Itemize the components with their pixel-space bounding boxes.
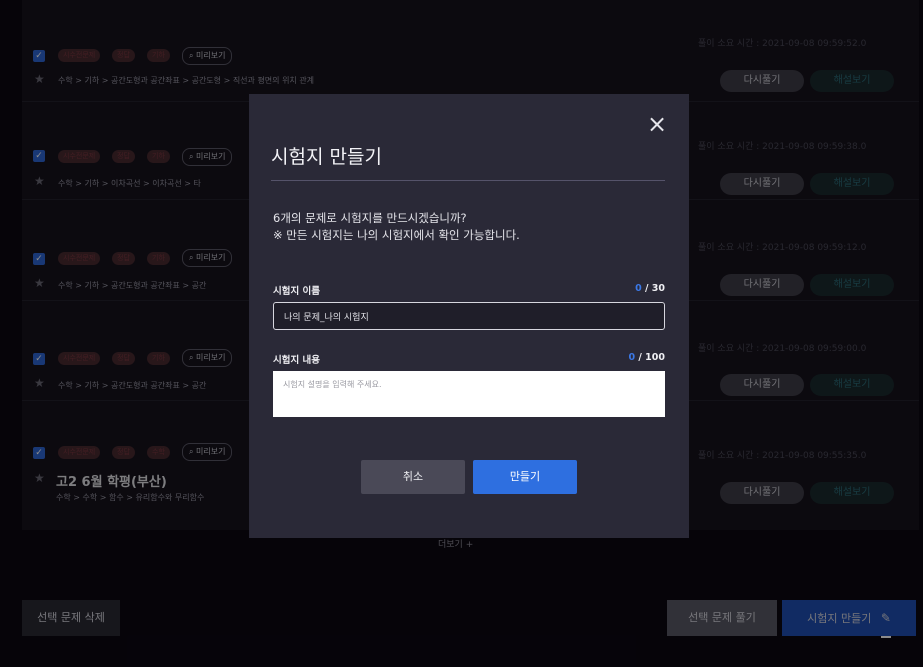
create-button[interactable]: 만들기 <box>473 460 577 494</box>
create-exam-dialog: × 시험지 만들기 6개의 문제로 시험지를 만드시겠습니까? ※ 만든 시험지… <box>249 94 689 538</box>
divider <box>271 180 665 181</box>
dialog-message: 6개의 문제로 시험지를 만드시겠습니까? ※ 만든 시험지는 나의 시험지에서… <box>273 210 673 244</box>
exam-description-input[interactable] <box>273 371 665 417</box>
cancel-button[interactable]: 취소 <box>361 460 465 494</box>
message-line: ※ 만든 시험지는 나의 시험지에서 확인 가능합니다. <box>273 228 520 242</box>
desc-label: 시험지 내용 <box>273 355 321 366</box>
desc-counter: 0 / 100 <box>628 352 665 363</box>
dialog-title: 시험지 만들기 <box>271 146 382 168</box>
name-counter: 0 / 30 <box>635 283 665 294</box>
name-label: 시험지 이름 <box>273 286 321 297</box>
exam-name-input[interactable] <box>273 302 665 330</box>
close-icon[interactable]: × <box>647 112 667 136</box>
message-line: 6개의 문제로 시험지를 만드시겠습니까? <box>273 211 467 225</box>
